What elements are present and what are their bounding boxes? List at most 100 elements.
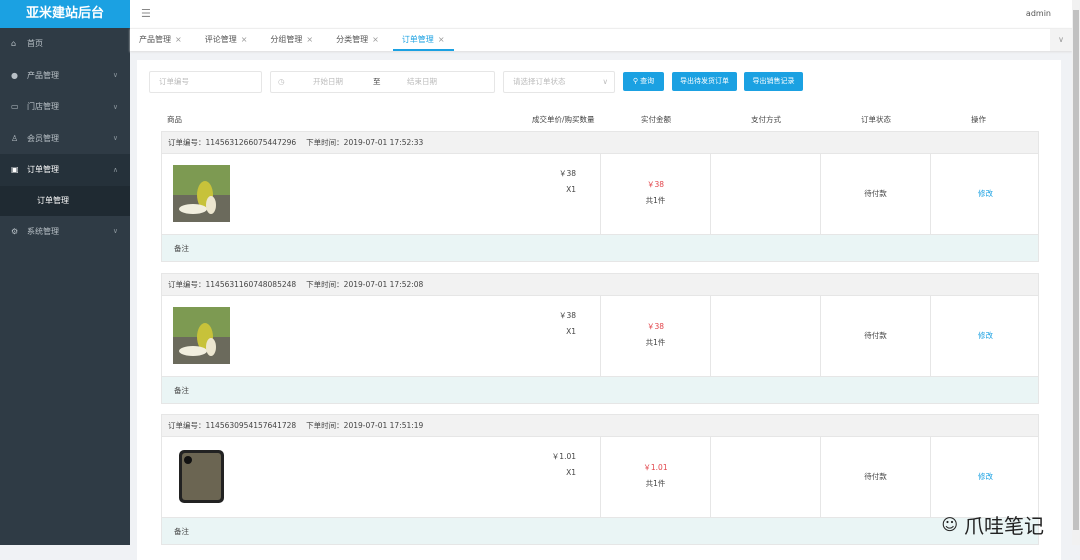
payment-method: [710, 154, 820, 234]
sidebar-item-label: 首页: [27, 39, 43, 49]
order-time-label: 下单时间：: [306, 280, 344, 289]
close-icon[interactable]: ×: [438, 35, 445, 44]
tabs-dropdown-icon[interactable]: ∨: [1050, 29, 1072, 51]
sidebar-item-label: 系统管理: [27, 226, 59, 236]
unit-price: ￥38: [558, 311, 576, 320]
tab-comments[interactable]: 评论管理 ×: [196, 29, 257, 51]
order-number: 1145631266075447296: [205, 138, 297, 147]
order-header: 订单编号：1145631160748085248 下单时间：2019-07-01 …: [162, 274, 1038, 296]
column-header: 支付方式: [751, 115, 781, 124]
order-number-input[interactable]: 订单编号: [149, 71, 262, 93]
chevron-down-icon: ∨: [112, 71, 118, 80]
order-time-label: 下单时间：: [306, 138, 344, 147]
close-icon[interactable]: ×: [175, 35, 182, 44]
edit-order-link[interactable]: 修改: [930, 154, 1040, 234]
order-number: 1145631160748085248: [205, 280, 297, 289]
quantity: X1: [566, 185, 576, 194]
order-status-select[interactable]: 请选择订单状态 ∨: [503, 71, 615, 93]
paid-amount: ￥1.01: [643, 463, 668, 472]
sidebar-item-home[interactable]: ⌂ 首页: [0, 28, 130, 60]
column-header: 订单状态: [861, 115, 891, 124]
tab-categories[interactable]: 分类管理 ×: [327, 29, 388, 51]
order-status: 待付款: [820, 154, 930, 234]
scrollbar[interactable]: [1072, 0, 1080, 545]
chevron-up-icon: ∧: [112, 165, 118, 174]
sidebar-item-members[interactable]: ♙ 会员管理 ∨: [0, 123, 130, 155]
order-panel: 订单编号 ◷ 开始日期 至 结束日期 请选择订单状态 ∨ ⚲ 查询 导出待发货订单…: [137, 60, 1061, 560]
close-icon[interactable]: ×: [306, 35, 313, 44]
sidebar-item-system[interactable]: ⚙ 系统管理 ∨: [0, 216, 130, 248]
payment-method: [710, 437, 820, 517]
tab-orders[interactable]: 订单管理 ×: [392, 29, 454, 51]
order-status: 待付款: [820, 296, 930, 376]
sidebar-item-orders[interactable]: ▣ 订单管理 ∧: [0, 154, 130, 186]
tab-label: 产品管理: [139, 35, 171, 44]
quantity: X1: [566, 327, 576, 336]
edit-order-link[interactable]: 修改: [930, 296, 1040, 376]
item-count: 共1件: [645, 338, 666, 347]
end-date[interactable]: 结束日期: [407, 72, 437, 92]
store-icon: ▭: [11, 102, 19, 112]
payment-method: [710, 296, 820, 376]
status-placeholder: 请选择订单状态: [513, 77, 566, 86]
order-time: 2019-07-01 17:52:08: [343, 280, 424, 289]
tab-groups[interactable]: 分组管理 ×: [261, 29, 322, 51]
edit-order-link[interactable]: 修改: [930, 437, 1040, 517]
sidebar: 亚米建站后台 ⌂ 首页 ● 产品管理 ∨ ▭ 门店管理 ∨ ♙ 会员管理 ∨ ▣ 订单管理 ∧ 订…: [0, 0, 130, 545]
column-header: 商品: [167, 115, 182, 124]
order-header: 订单编号：1145630954157641728 下单时间：2019-07-01 …: [162, 415, 1038, 437]
order-time-label: 下单时间：: [306, 421, 344, 430]
order-header: 订单编号：1145631266075447296 下单时间：2019-07-01 …: [162, 132, 1038, 154]
table-header: 商品 成交单价/购买数量 实付金额 支付方式 订单状态 操作: [161, 114, 1039, 131]
user-icon: ●: [11, 70, 18, 80]
quantity: X1: [566, 468, 576, 477]
chevron-down-icon: ∨: [602, 77, 609, 86]
menu-toggle-icon[interactable]: ☰: [141, 7, 151, 20]
close-icon[interactable]: ×: [372, 35, 379, 44]
search-label: 查询: [640, 77, 655, 85]
item-count: 共1件: [645, 479, 666, 488]
order-status: 待付款: [820, 437, 930, 517]
column-header: 操作: [971, 115, 986, 124]
gear-icon: ⚙: [11, 226, 19, 236]
tab-label: 订单管理: [401, 35, 434, 44]
sidebar-item-label: 订单管理: [27, 165, 59, 175]
sidebar-item-products[interactable]: ● 产品管理 ∨: [0, 60, 130, 92]
chevron-down-icon: ∨: [112, 102, 118, 111]
paid-amount: ￥38: [646, 322, 665, 331]
sidebar-item-label: 门店管理: [27, 102, 59, 112]
unit-price: ￥38: [558, 169, 576, 178]
start-date[interactable]: 开始日期: [313, 72, 343, 92]
order-remark: 备注: [162, 376, 1038, 403]
scrollbar-thumb[interactable]: [1073, 10, 1079, 530]
order-group: 订单编号：1145630954157641728 下单时间：2019-07-01 …: [161, 414, 1039, 545]
order-number-label: 订单编号：: [168, 138, 206, 147]
order-row: ￥1.01 X1 ￥1.01 共1件 待付款 修改: [162, 437, 1038, 517]
paid-amount: ￥38: [646, 180, 665, 189]
user-menu[interactable]: admin: [1026, 9, 1051, 18]
date-range-picker[interactable]: ◷ 开始日期 至 结束日期: [270, 71, 495, 93]
order-number-label: 订单编号：: [168, 280, 206, 289]
sidebar-subitem-order-management[interactable]: 订单管理: [0, 185, 130, 216]
home-icon: ⌂: [11, 39, 17, 49]
date-separator: 至: [373, 77, 381, 86]
topbar: ☰ admin: [130, 0, 1072, 28]
order-group: 订单编号：1145631266075447296 下单时间：2019-07-01 …: [161, 131, 1039, 262]
app-logo: 亚米建站后台: [0, 0, 130, 28]
chevron-down-icon: ∨: [112, 227, 118, 236]
order-time: 2019-07-01 17:51:19: [343, 421, 424, 430]
order-remark: 备注: [162, 517, 1038, 544]
search-button[interactable]: ⚲ 查询: [623, 72, 664, 91]
tab-label: 分组管理: [270, 35, 303, 44]
export-pending-button[interactable]: 导出待发货订单: [672, 72, 737, 91]
sidebar-item-stores[interactable]: ▭ 门店管理 ∨: [0, 91, 130, 123]
sidebar-item-label: 会员管理: [27, 133, 59, 143]
order-number: 1145630954157641728: [205, 421, 297, 430]
watermark: ☺ 爪哇笔记: [941, 510, 1044, 539]
order-remark: 备注: [162, 234, 1038, 261]
tab-products[interactable]: 产品管理 ×: [130, 29, 191, 51]
close-icon[interactable]: ×: [241, 35, 248, 44]
member-icon: ♙: [11, 133, 19, 143]
tab-label: 评论管理: [204, 35, 237, 44]
export-sales-button[interactable]: 导出销售记录: [744, 72, 803, 91]
